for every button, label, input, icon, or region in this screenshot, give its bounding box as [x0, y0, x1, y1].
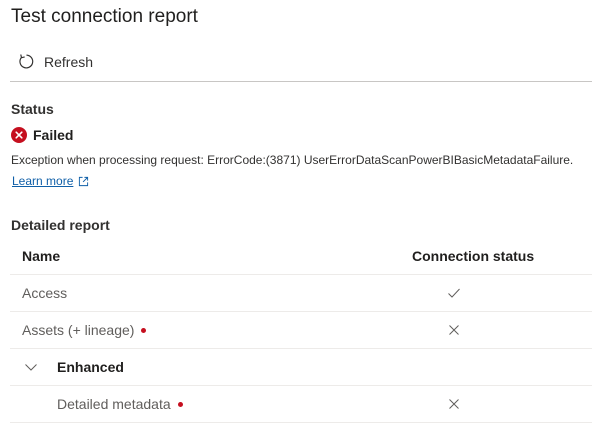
- learn-more-link[interactable]: Learn more: [12, 174, 89, 188]
- error-message: Exception when processing request: Error…: [11, 153, 574, 167]
- group-name: Enhanced: [57, 359, 124, 375]
- column-header-connection-status[interactable]: Connection status: [412, 238, 534, 274]
- chevron-down-icon[interactable]: [24, 360, 38, 374]
- panel-title: Test connection report: [11, 6, 198, 27]
- row-name: Detailed metadata: [57, 396, 171, 412]
- status-indicator: Failed: [11, 127, 73, 143]
- refresh-button[interactable]: Refresh: [18, 53, 93, 70]
- error-icon: [11, 127, 27, 143]
- checkmark-icon: [448, 288, 460, 298]
- table-row: Detailed metadata: [10, 386, 592, 423]
- learn-more-label: Learn more: [12, 174, 74, 188]
- table-header-row: Name Connection status: [10, 238, 592, 275]
- status-heading: Status: [11, 101, 54, 117]
- row-name: Assets (+ lineage): [22, 322, 135, 338]
- required-dot-icon: [177, 401, 183, 407]
- column-header-name[interactable]: Name: [22, 238, 60, 274]
- refresh-icon: [18, 53, 35, 70]
- row-name: Access: [22, 285, 68, 301]
- required-dot-icon: [141, 327, 147, 333]
- report-table: Name Connection status Access Assets (+ …: [10, 238, 592, 423]
- toolbar-divider: [10, 81, 592, 82]
- table-group-row[interactable]: Enhanced: [10, 349, 592, 386]
- table-row: Assets (+ lineage): [10, 312, 592, 349]
- detailed-report-heading: Detailed report: [11, 217, 110, 233]
- table-row: Access: [10, 275, 592, 312]
- refresh-label: Refresh: [44, 53, 94, 70]
- external-link-icon: [79, 176, 89, 186]
- x-icon: [449, 325, 459, 335]
- status-value: Failed: [33, 127, 74, 143]
- x-icon: [449, 399, 459, 409]
